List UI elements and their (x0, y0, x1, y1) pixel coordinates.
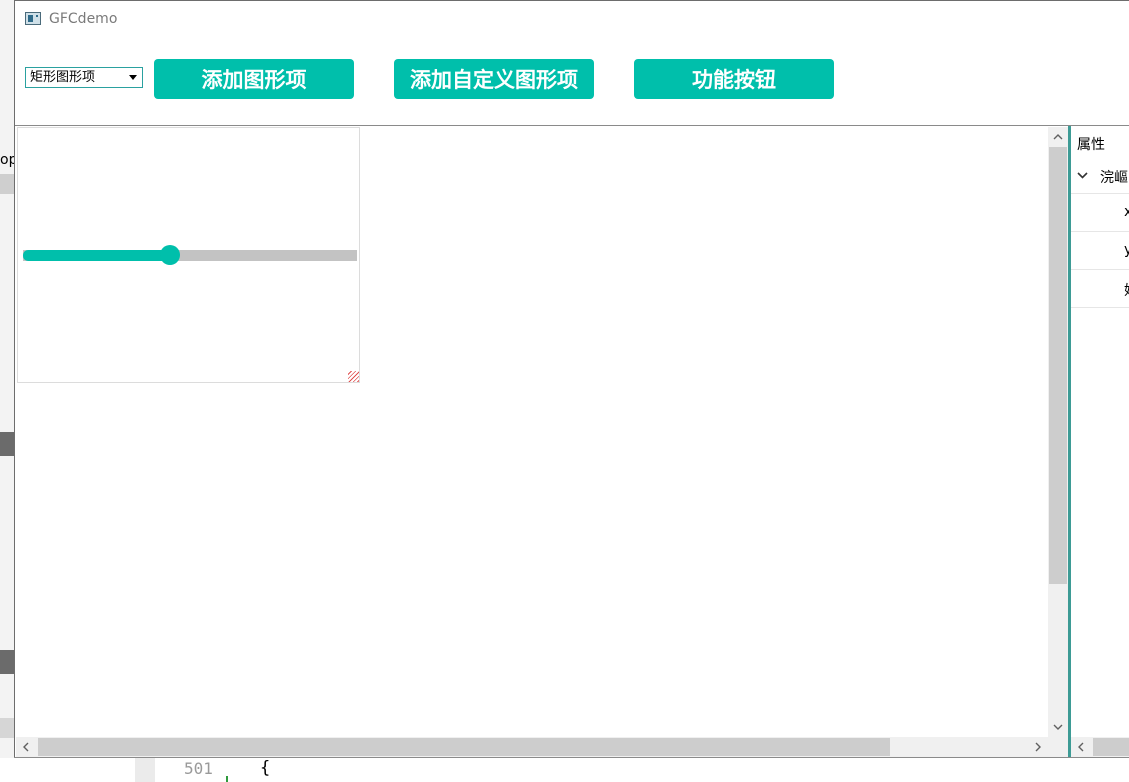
background-editor (0, 758, 1129, 782)
vertical-scrollbar[interactable] (1048, 127, 1068, 737)
property-label: 妤 (1124, 280, 1129, 300)
window-bottom-edge (14, 757, 1129, 758)
app-window-icon (25, 12, 41, 25)
graphics-view[interactable] (16, 126, 1068, 758)
horizontal-scrollbar[interactable] (16, 737, 1048, 757)
background-stripe (0, 432, 15, 456)
shape-type-select[interactable]: 矩形图形项 (25, 67, 143, 88)
background-editor-gutter (135, 758, 155, 782)
property-label: y (1124, 242, 1129, 258)
slider-track[interactable] (23, 250, 357, 261)
horizontal-scrollbar-thumb[interactable] (38, 738, 890, 756)
property-row-x[interactable]: x (1071, 193, 1129, 232)
background-stripe (0, 650, 15, 674)
arrow-down-icon[interactable] (1048, 717, 1068, 737)
properties-scrollbar-thumb[interactable] (1093, 738, 1129, 756)
chevron-down-icon[interactable] (1077, 167, 1088, 183)
arrow-up-icon[interactable] (1048, 127, 1068, 147)
properties-horizontal-scrollbar[interactable] (1071, 737, 1129, 757)
property-label: x (1124, 204, 1129, 220)
background-stripe (0, 718, 15, 738)
resize-grip-icon[interactable] (348, 371, 359, 382)
property-row-divider (1071, 307, 1129, 308)
background-change-marker (226, 776, 228, 782)
arrow-left-icon[interactable] (1071, 737, 1091, 757)
app-window: GFCdemo 矩形图形项 添加图形项 添加自定义图形项 功能按钮 属性 浣嶇 … (14, 0, 1129, 758)
property-group[interactable]: 浣嶇 (1071, 163, 1129, 192)
background-code-text: { (260, 758, 271, 778)
properties-title: 属性 (1077, 137, 1105, 153)
arrow-left-icon[interactable] (16, 737, 36, 757)
property-group-label: 浣嶇 (1100, 170, 1128, 186)
scrollbar-corner (1048, 737, 1068, 757)
properties-panel: 属性 浣嶇 x y 妤 (1071, 126, 1129, 758)
function-button[interactable]: 功能按钮 (634, 59, 834, 99)
property-row-third[interactable]: 妤 (1071, 269, 1129, 308)
add-custom-shape-item-button[interactable]: 添加自定义图形项 (394, 59, 594, 99)
window-title: GFCdemo (49, 11, 118, 27)
title-bar[interactable]: GFCdemo (15, 1, 1129, 37)
dropdown-arrow-icon (129, 75, 137, 80)
slider-handle[interactable] (159, 245, 180, 265)
shape-type-select-value: 矩形图形项 (30, 70, 96, 85)
arrow-right-icon[interactable] (1028, 737, 1048, 757)
vertical-scrollbar-thumb[interactable] (1049, 147, 1067, 584)
background-stripe (0, 174, 15, 194)
rectangle-shape-item[interactable] (17, 127, 360, 383)
background-line-number: 501 (184, 759, 213, 778)
property-row-y[interactable]: y (1071, 231, 1129, 270)
slider-fill (23, 250, 170, 261)
add-shape-item-button[interactable]: 添加图形项 (154, 59, 354, 99)
